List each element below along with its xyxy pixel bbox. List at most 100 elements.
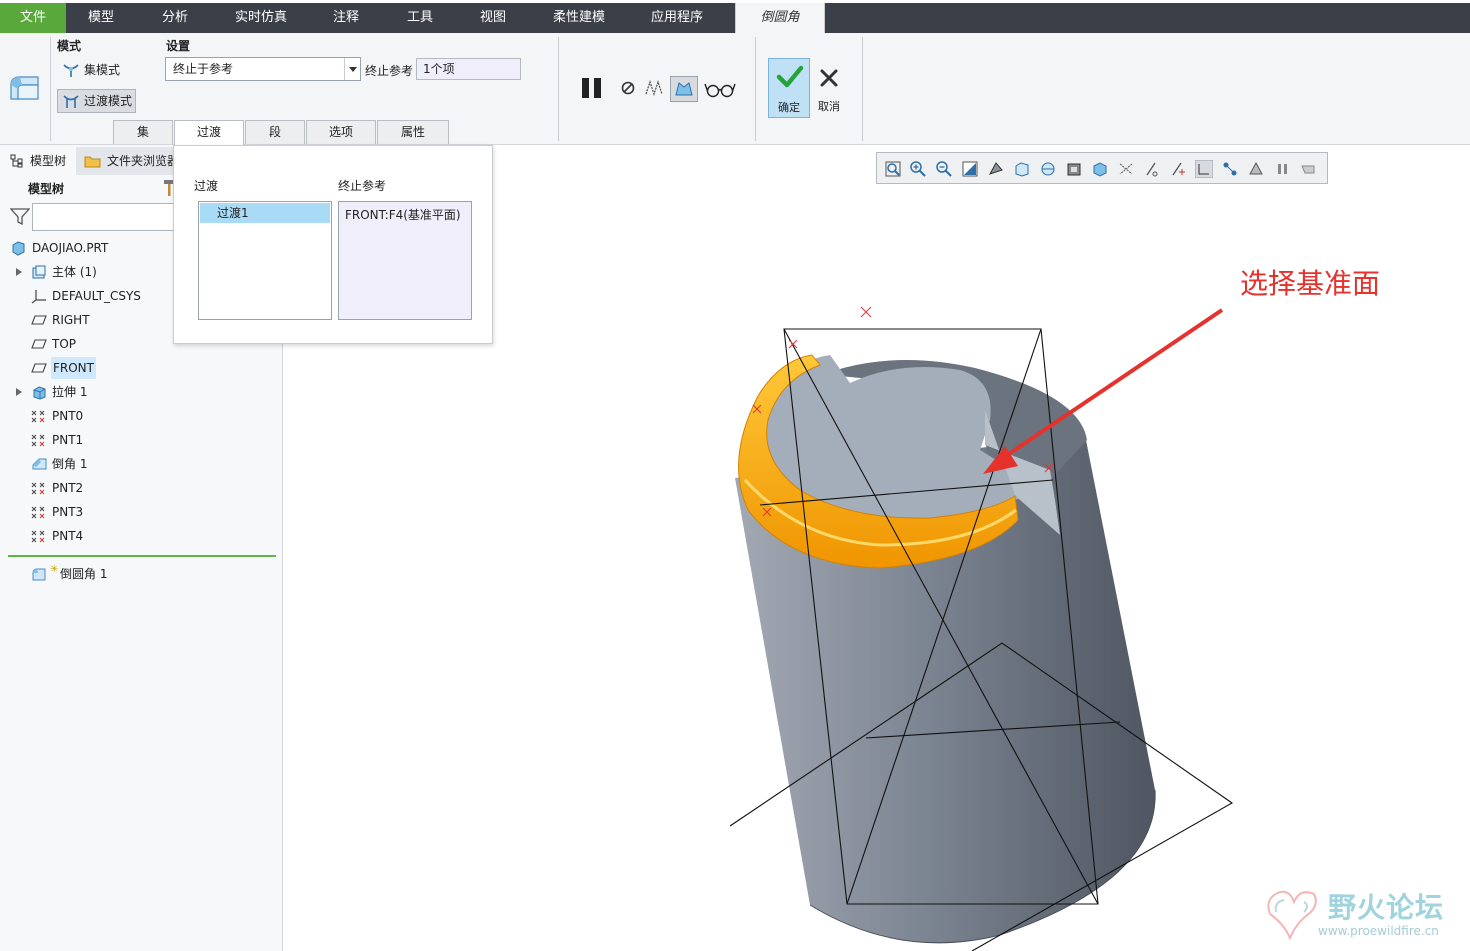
- spin-center-icon[interactable]: [1091, 160, 1109, 178]
- chamfer-icon: [32, 458, 47, 470]
- annotation-text: 选择基准面: [1240, 267, 1381, 300]
- tree-item[interactable]: DEFAULT_CSYS: [0, 285, 200, 307]
- part-icon: [12, 241, 25, 256]
- tab-round[interactable]: 倒圆角: [735, 3, 825, 33]
- glasses-icon[interactable]: [704, 79, 736, 99]
- extrude-icon: [33, 386, 46, 400]
- tree-item[interactable]: PNT3: [0, 501, 200, 523]
- plane-display-icon[interactable]: [1117, 160, 1135, 178]
- tab-applications[interactable]: 应用程序: [651, 3, 703, 33]
- subtab-pieces[interactable]: 段: [245, 120, 305, 144]
- tree-item-label: 倒角 1: [52, 457, 88, 471]
- subtab-properties[interactable]: 属性: [377, 120, 449, 144]
- close-icon: [820, 69, 838, 87]
- point-display-icon[interactable]: [1169, 160, 1187, 178]
- transition-mode-button[interactable]: 过渡模式: [57, 89, 136, 113]
- pause-icon[interactable]: [580, 77, 606, 99]
- subtab-transitions[interactable]: 过渡: [174, 120, 244, 145]
- tree-item-label: TOP: [52, 337, 77, 351]
- body-icon: [32, 265, 46, 279]
- list-item-transition-1[interactable]: 过渡1: [200, 203, 330, 223]
- tree-item[interactable]: PNT1: [0, 429, 200, 451]
- tree-item[interactable]: DAOJIAO.PRT: [0, 237, 200, 259]
- tab-annotate[interactable]: 注释: [333, 3, 359, 33]
- datum-point-icon: [31, 482, 45, 495]
- zoom-out-icon[interactable]: [935, 160, 953, 178]
- model-tree-icon: [10, 154, 23, 168]
- verify-mode-icon[interactable]: [670, 76, 698, 102]
- set-mode-label: 集模式: [84, 63, 121, 77]
- chevron-down-icon[interactable]: [344, 58, 360, 80]
- tree-item[interactable]: PNT4: [0, 525, 200, 547]
- tab-view[interactable]: 视图: [480, 3, 506, 33]
- datum-point-icon: [31, 506, 45, 519]
- annotation-display-icon[interactable]: [1221, 160, 1239, 178]
- perspective-view-icon[interactable]: [1065, 160, 1083, 178]
- no-preview-icon[interactable]: [620, 80, 636, 96]
- view-toolbar: [876, 152, 1328, 184]
- tab-analysis[interactable]: 分析: [162, 3, 188, 33]
- ok-button[interactable]: 确定: [768, 58, 810, 118]
- tree-item[interactable]: FRONT: [0, 357, 200, 379]
- tree-item[interactable]: TOP: [0, 333, 200, 355]
- cylinder-model[interactable]: [735, 354, 1156, 944]
- pause-animation-icon[interactable]: [1273, 160, 1291, 178]
- list-item-stop-ref[interactable]: FRONT:F4(基准平面): [345, 206, 461, 223]
- axis-display-icon[interactable]: [1143, 160, 1161, 178]
- view-manager-icon[interactable]: [1039, 160, 1057, 178]
- preview-geometry-icon[interactable]: [644, 78, 666, 98]
- expand-arrow-icon[interactable]: [16, 388, 22, 396]
- tree-filter-input[interactable]: [32, 203, 175, 231]
- tab-tools[interactable]: 工具: [407, 3, 433, 33]
- tab-model[interactable]: 模型: [88, 3, 114, 33]
- tab-model-tree[interactable]: 模型树: [8, 147, 74, 175]
- spin-icon[interactable]: [1247, 160, 1265, 178]
- tree-item-label: DAOJIAO.PRT: [32, 241, 109, 255]
- datum-plane-icon: [31, 315, 47, 325]
- new-feature-star-icon: ✳: [50, 564, 59, 575]
- filter-icon[interactable]: [10, 207, 30, 225]
- tree-item[interactable]: PNT2: [0, 477, 200, 499]
- tree-item-label: RIGHT: [52, 313, 90, 327]
- tab-folder-browser[interactable]: 文件夹浏览器: [76, 147, 173, 175]
- subtab-options[interactable]: 选项: [306, 120, 376, 144]
- zoom-in-icon[interactable]: [909, 160, 927, 178]
- tree-item[interactable]: 倒角 1: [0, 453, 200, 475]
- cancel-button[interactable]: 取消: [810, 58, 848, 118]
- csys-display-icon[interactable]: [1195, 160, 1213, 178]
- display-style-icon[interactable]: [987, 160, 1005, 178]
- tree-item-round-1[interactable]: ✳ 倒圆角 1: [0, 563, 200, 585]
- watermark-title: 野火论坛: [1328, 891, 1445, 924]
- cancel-label: 取消: [818, 100, 840, 113]
- repaint-icon[interactable]: [961, 160, 979, 178]
- tree-item-label: PNT1: [52, 433, 84, 447]
- menu-bar: 文件 模型 分析 实时仿真 注释 工具 视图 柔性建模 应用程序 倒圆角: [0, 0, 1470, 33]
- subtab-sets[interactable]: 集: [113, 120, 173, 144]
- datum-point-icon: [31, 410, 45, 423]
- tree-item[interactable]: RIGHT: [0, 309, 200, 331]
- creo-window: 文件 模型 分析 实时仿真 注释 工具 视图 柔性建模 应用程序 倒圆角 模式 …: [0, 0, 1470, 951]
- watermark-url: www.proewildfire.cn: [1318, 924, 1439, 938]
- datum-point-icon: [31, 530, 45, 543]
- tree-item-label: 拉伸 1: [52, 385, 88, 399]
- stop-ref-collector[interactable]: 1个项: [416, 58, 521, 80]
- expand-arrow-icon[interactable]: [16, 268, 22, 276]
- tree-item-label: PNT0: [52, 409, 84, 423]
- file-menu[interactable]: 文件: [0, 3, 66, 33]
- saved-orientations-icon[interactable]: [1013, 160, 1031, 178]
- insert-indicator: [8, 555, 276, 557]
- set-mode-icon: [63, 64, 79, 77]
- transitions-list[interactable]: 过渡1: [198, 201, 332, 320]
- tree-item[interactable]: 主体 (1): [0, 261, 200, 283]
- tab-live-simulation[interactable]: 实时仿真: [235, 3, 287, 33]
- transition-mode-icon: [63, 95, 79, 108]
- tab-flexible-modeling[interactable]: 柔性建模: [553, 3, 605, 33]
- transition-type-select[interactable]: 终止于参考: [165, 57, 361, 81]
- tree-item-label: PNT3: [52, 505, 84, 519]
- next-view-icon[interactable]: [1299, 160, 1317, 178]
- stop-refs-list[interactable]: FRONT:F4(基准平面): [338, 201, 472, 320]
- tree-item[interactable]: PNT0: [0, 405, 200, 427]
- refit-icon[interactable]: [884, 160, 902, 178]
- tree-item[interactable]: 拉伸 1: [0, 381, 200, 403]
- set-mode-button[interactable]: 集模式: [58, 59, 120, 83]
